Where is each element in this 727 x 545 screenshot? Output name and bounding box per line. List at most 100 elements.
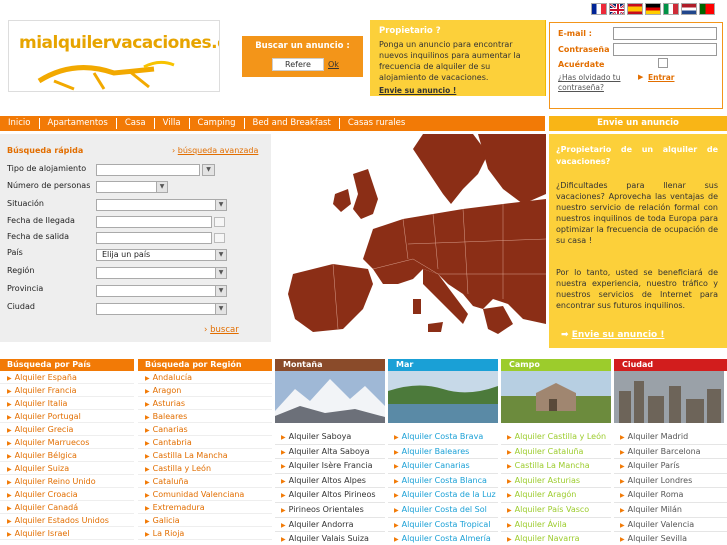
- nav-item-villa[interactable]: Villa: [155, 118, 190, 129]
- nav-item-apartamentos[interactable]: Apartamentos: [40, 118, 117, 129]
- montana-link[interactable]: ▶ Alquiler Isère Francia: [275, 459, 385, 474]
- remember-checkbox[interactable]: [658, 58, 668, 68]
- region-link[interactable]: ▶ Cataluña: [138, 475, 272, 488]
- province-select[interactable]: ▼: [96, 285, 227, 297]
- montana-link[interactable]: ▶ Pirineos Orientales: [275, 503, 385, 518]
- ciudad-link[interactable]: ▶ Alquiler Madrid: [614, 430, 727, 445]
- accommodation-type-select[interactable]: [96, 164, 200, 176]
- ciudad-link[interactable]: ▶ Alquiler Londres: [614, 474, 727, 489]
- mar-link[interactable]: ▶ Alquiler Baleares: [388, 445, 498, 460]
- forgot-password-link[interactable]: ¿Has olvidado tu contraseña?: [558, 73, 638, 93]
- sea-photo[interactable]: [388, 371, 498, 423]
- flag-netherlands-icon[interactable]: [681, 3, 697, 15]
- calendar-icon[interactable]: [214, 233, 225, 243]
- ok-button[interactable]: Ok: [328, 60, 339, 69]
- montana-link[interactable]: ▶ Alquiler Valais Suiza: [275, 532, 385, 545]
- country-link[interactable]: ▶ Alquiler Croacia: [0, 488, 134, 501]
- country-link[interactable]: ▶ Alquiler Portugal: [0, 410, 134, 423]
- montana-link[interactable]: ▶ Alquiler Altos Pirineos: [275, 488, 385, 503]
- reference-input[interactable]: Refere: [272, 58, 324, 71]
- nav-item-casa[interactable]: Casa: [117, 118, 155, 129]
- country-link[interactable]: ▶ Alquiler Estados Unidos: [0, 514, 134, 527]
- calendar-icon[interactable]: [214, 217, 225, 227]
- region-link[interactable]: ▶ La Rioja: [138, 527, 272, 540]
- login-button[interactable]: Entrar: [648, 73, 675, 82]
- nav-item-inicio[interactable]: Inicio: [0, 118, 40, 129]
- region-select[interactable]: ▼: [96, 267, 227, 279]
- flag-portugal-icon[interactable]: [699, 3, 715, 15]
- nav-item-bed-and-breakfast[interactable]: Bed and Breakfast: [245, 118, 340, 129]
- city-select[interactable]: ▼: [96, 303, 227, 315]
- country-link[interactable]: ▶ Alquiler Francia: [0, 384, 134, 397]
- region-link[interactable]: ▶ Cantabria: [138, 436, 272, 449]
- password-field[interactable]: [613, 43, 717, 56]
- region-link[interactable]: ▶ Castilla La Mancha: [138, 449, 272, 462]
- advanced-search-link[interactable]: › búsqueda avanzada: [172, 146, 258, 155]
- montana-link[interactable]: ▶ Alquiler Andorra: [275, 518, 385, 533]
- ciudad-link[interactable]: ▶ Alquiler Milán: [614, 503, 727, 518]
- country-select[interactable]: Elija un país ▼: [96, 249, 227, 261]
- region-link[interactable]: ▶ Aragon: [138, 384, 272, 397]
- montana-link[interactable]: ▶ Alquiler Saboya: [275, 430, 385, 445]
- mar-link[interactable]: ▶ Alquiler Canarias: [388, 459, 498, 474]
- country-link[interactable]: ▶ Alquiler Italia: [0, 397, 134, 410]
- region-link[interactable]: ▶ Comunidad Valenciana: [138, 488, 272, 501]
- country-link[interactable]: ▶ Alquiler Israel: [0, 527, 134, 540]
- nav-item-camping[interactable]: Camping: [190, 118, 245, 129]
- campo-link[interactable]: ▶ Alquiler Navarra: [501, 532, 611, 545]
- ciudad-link[interactable]: ▶ Alquiler Valencia: [614, 518, 727, 533]
- campo-link[interactable]: ▶ Alquiler Cataluña: [501, 445, 611, 460]
- mar-link[interactable]: ▶ Alquiler Costa Blanca: [388, 474, 498, 489]
- region-link[interactable]: ▶ Baleares: [138, 410, 272, 423]
- search-button[interactable]: › buscar: [204, 325, 239, 335]
- accommodation-type-dropdown[interactable]: ▼: [202, 164, 215, 176]
- ciudad-link[interactable]: ▶ Alquiler Sevilla: [614, 532, 727, 545]
- ciudad-link[interactable]: ▶ Alquiler París: [614, 459, 727, 474]
- campo-link[interactable]: ▶ Alquiler Aragón: [501, 488, 611, 503]
- email-field[interactable]: [613, 27, 717, 40]
- region-link[interactable]: ▶ Asturias: [138, 397, 272, 410]
- flag-germany-icon[interactable]: [645, 3, 661, 15]
- region-link[interactable]: ▶ Andalucía: [138, 371, 272, 384]
- submit-ad-tab[interactable]: Envie un anuncio: [549, 116, 727, 131]
- country-link[interactable]: ▶ Alquiler Suiza: [0, 462, 134, 475]
- submit-ad-cta[interactable]: ➡ Envie su anuncio !: [561, 330, 664, 340]
- campo-link[interactable]: ▶ Castilla La Mancha: [501, 459, 611, 474]
- montana-link[interactable]: ▶ Alquiler Alta Saboya: [275, 445, 385, 460]
- campo-link[interactable]: ▶ Alquiler País Vasco: [501, 503, 611, 518]
- flag-italy-icon[interactable]: [663, 3, 679, 15]
- ciudad-link[interactable]: ▶ Alquiler Roma: [614, 488, 727, 503]
- country-link[interactable]: ▶ Alquiler Grecia: [0, 423, 134, 436]
- departure-date-input[interactable]: [96, 232, 225, 244]
- country-link[interactable]: ▶ Alquiler Reino Unido: [0, 475, 134, 488]
- situation-select[interactable]: ▼: [96, 199, 227, 211]
- flag-france-icon[interactable]: [591, 3, 607, 15]
- arrival-date-input[interactable]: [96, 216, 225, 228]
- campo-link[interactable]: ▶ Alquiler Ávila: [501, 518, 611, 533]
- mountain-photo[interactable]: [275, 371, 385, 423]
- countryside-photo[interactable]: [501, 371, 611, 423]
- mar-link[interactable]: ▶ Alquiler Costa de la Luz: [388, 488, 498, 503]
- region-link[interactable]: ▶ Castilla y León: [138, 462, 272, 475]
- country-link[interactable]: ▶ Alquiler Marruecos: [0, 436, 134, 449]
- region-link[interactable]: ▶ Extremadura: [138, 501, 272, 514]
- site-logo[interactable]: mialquilervacaciones.es: [8, 20, 220, 92]
- region-link[interactable]: ▶ Canarias: [138, 423, 272, 436]
- persons-select[interactable]: ▼: [96, 181, 168, 193]
- country-link[interactable]: ▶ Alquiler Canadá: [0, 501, 134, 514]
- mar-link[interactable]: ▶ Alquiler Costa Tropical: [388, 518, 498, 533]
- europe-map[interactable]: [273, 134, 546, 342]
- country-link[interactable]: ▶ Alquiler España: [0, 371, 134, 384]
- flag-spain-icon[interactable]: [627, 3, 643, 15]
- flag-uk-icon[interactable]: [609, 3, 625, 15]
- city-photo[interactable]: [614, 371, 724, 423]
- region-link[interactable]: ▶ Galicia: [138, 514, 272, 527]
- submit-ad-link[interactable]: Envie su anuncio !: [379, 86, 456, 95]
- ciudad-link[interactable]: ▶ Alquiler Barcelona: [614, 445, 727, 460]
- campo-link[interactable]: ▶ Alquiler Castilla y León: [501, 430, 611, 445]
- country-link[interactable]: ▶ Alquiler Bélgica: [0, 449, 134, 462]
- campo-link[interactable]: ▶ Alquiler Asturias: [501, 474, 611, 489]
- mar-link[interactable]: ▶ Alquiler Costa Almería: [388, 532, 498, 545]
- montana-link[interactable]: ▶ Alquiler Altos Alpes: [275, 474, 385, 489]
- mar-link[interactable]: ▶ Alquiler Costa Brava: [388, 430, 498, 445]
